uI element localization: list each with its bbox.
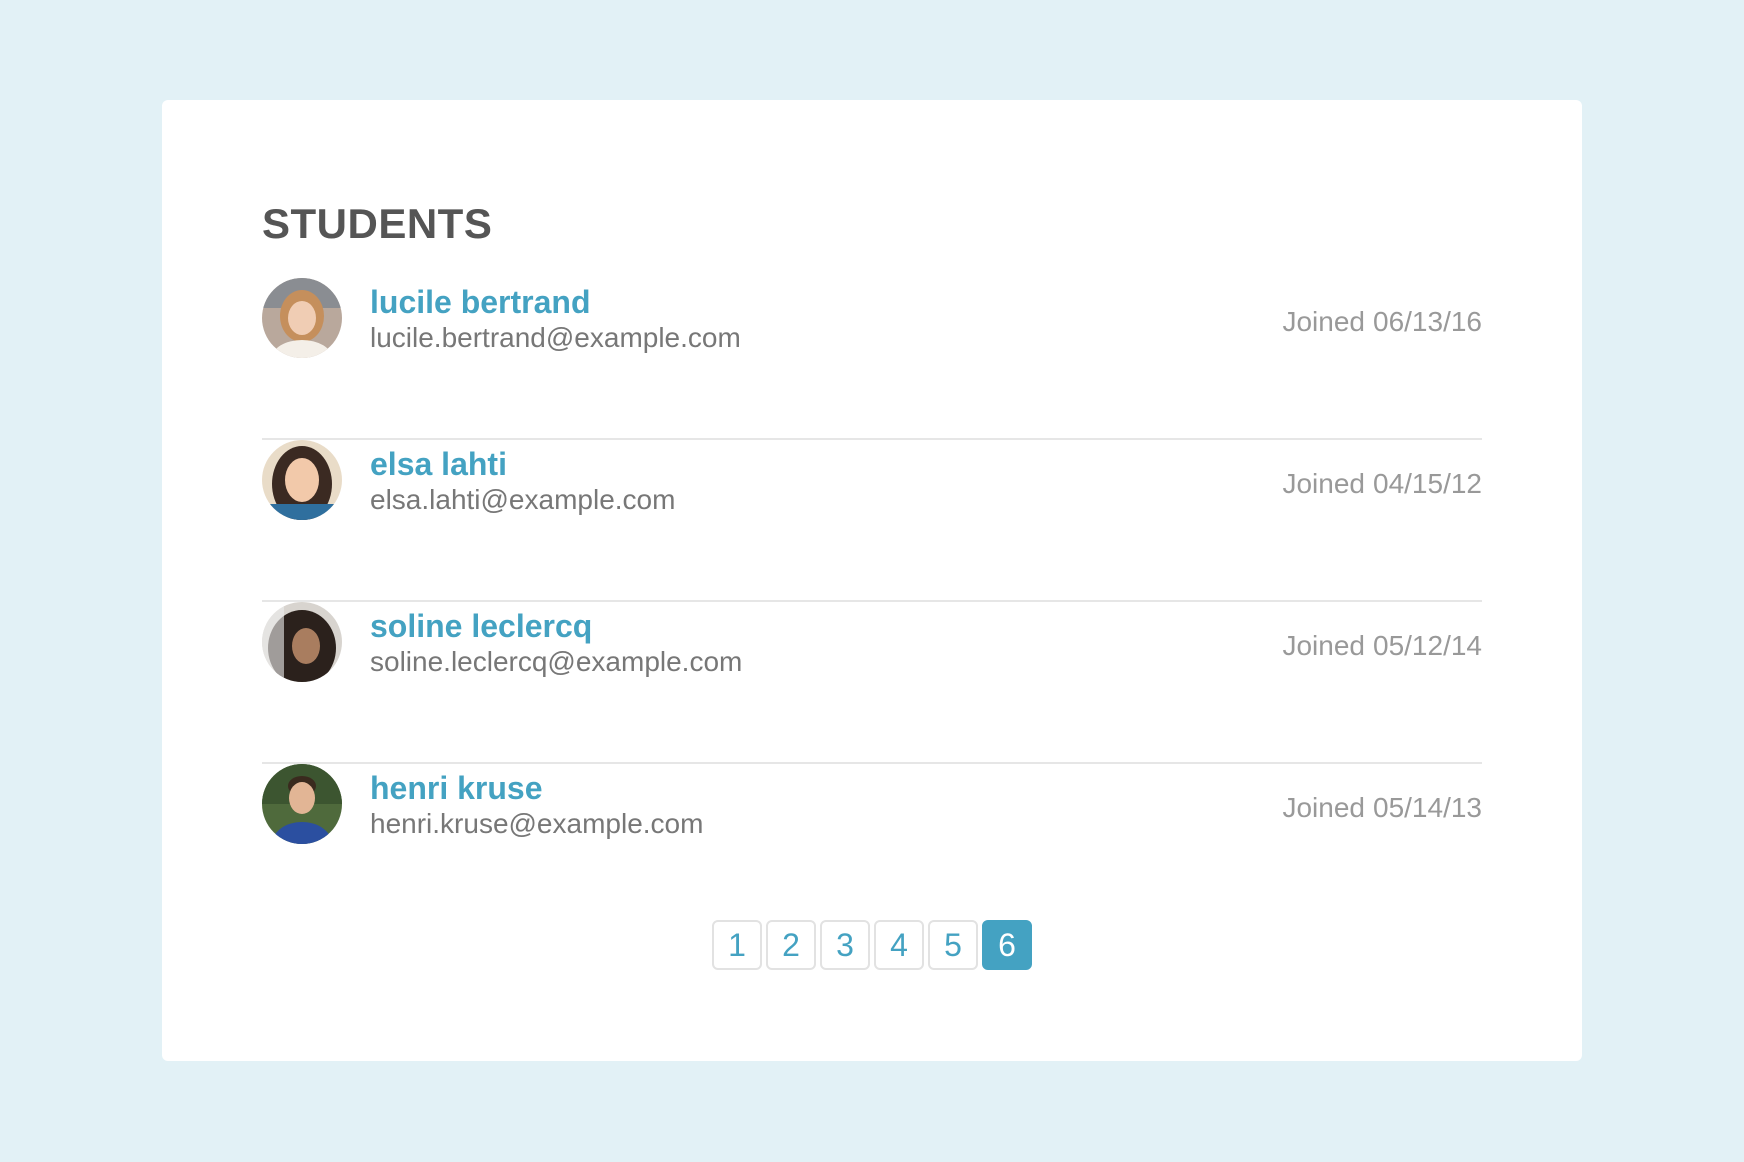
page-button-2[interactable]: 2 — [766, 920, 816, 970]
student-avatar[interactable] — [262, 440, 342, 520]
student-row: soline leclercq soline.leclercq@example.… — [262, 602, 1482, 764]
joined-label: Joined — [1282, 792, 1365, 823]
joined-label: Joined — [1282, 630, 1365, 661]
student-name-link[interactable]: elsa lahti — [370, 444, 675, 484]
student-name-link[interactable]: henri kruse — [370, 768, 703, 808]
student-info: soline leclercq soline.leclercq@example.… — [370, 606, 742, 680]
joined-value: 04/15/12 — [1373, 468, 1482, 499]
avatar-photo-icon — [262, 440, 342, 520]
student-name-link[interactable]: soline leclercq — [370, 606, 742, 646]
page-button-1[interactable]: 1 — [712, 920, 762, 970]
joined-value: 06/13/16 — [1373, 306, 1482, 337]
student-avatar[interactable] — [262, 602, 342, 682]
student-name-link[interactable]: lucile bertrand — [370, 282, 741, 322]
student-info: elsa lahti elsa.lahti@example.com — [370, 444, 675, 518]
avatar-photo-icon — [262, 602, 342, 682]
page-button-5[interactable]: 5 — [928, 920, 978, 970]
student-row: elsa lahti elsa.lahti@example.com Joined… — [262, 440, 1482, 602]
pagination: 1 2 3 4 5 6 — [162, 920, 1582, 970]
student-row: lucile bertrand lucile.bertrand@example.… — [262, 278, 1482, 440]
avatar-photo-icon — [262, 764, 342, 844]
joined-label: Joined — [1282, 306, 1365, 337]
page-button-4[interactable]: 4 — [874, 920, 924, 970]
page-title: STUDENTS — [262, 200, 493, 247]
student-email: elsa.lahti@example.com — [370, 484, 676, 515]
student-avatar[interactable] — [262, 764, 342, 844]
page-button-6-current[interactable]: 6 — [982, 920, 1032, 970]
avatar-photo-icon — [262, 278, 342, 358]
joined-date: Joined 04/15/12 — [1282, 466, 1482, 502]
student-email: lucile.bertrand@example.com — [370, 322, 741, 353]
student-list: lucile bertrand lucile.bertrand@example.… — [262, 278, 1482, 926]
student-info: lucile bertrand lucile.bertrand@example.… — [370, 282, 741, 356]
student-row: henri kruse henri.kruse@example.com Join… — [262, 764, 1482, 926]
joined-date: Joined 06/13/16 — [1282, 304, 1482, 340]
students-card: STUDENTS lucile bertrand lucile.bertrand… — [162, 100, 1582, 1061]
student-info: henri kruse henri.kruse@example.com — [370, 768, 703, 842]
page-button-3[interactable]: 3 — [820, 920, 870, 970]
joined-value: 05/12/14 — [1373, 630, 1482, 661]
joined-value: 05/14/13 — [1373, 792, 1482, 823]
joined-date: Joined 05/12/14 — [1282, 628, 1482, 664]
joined-label: Joined — [1282, 468, 1365, 499]
student-avatar[interactable] — [262, 278, 342, 358]
joined-date: Joined 05/14/13 — [1282, 790, 1482, 826]
student-email: soline.leclercq@example.com — [370, 646, 743, 677]
student-email: henri.kruse@example.com — [370, 808, 704, 839]
